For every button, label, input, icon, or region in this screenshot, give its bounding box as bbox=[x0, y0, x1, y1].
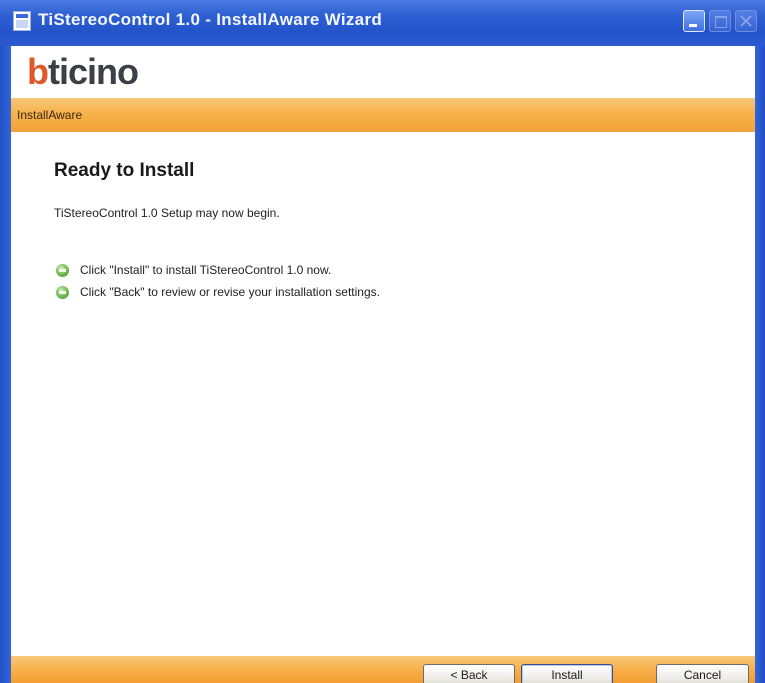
logo-banner: bticino bbox=[11, 46, 755, 98]
close-button[interactable] bbox=[735, 10, 757, 32]
installaware-header-bar: InstallAware bbox=[11, 98, 755, 132]
list-item-text: Click "Back" to review or revise your in… bbox=[80, 285, 380, 299]
minimize-button[interactable] bbox=[683, 10, 705, 32]
app-icon bbox=[13, 11, 31, 31]
button-bar: < Back Install Cancel bbox=[11, 656, 755, 683]
logo-first-letter: b bbox=[27, 51, 49, 92]
list-item-text: Click "Install" to install TiStereoContr… bbox=[80, 263, 332, 277]
title-bar[interactable]: TiStereoControl 1.0 - InstallAware Wizar… bbox=[0, 0, 765, 46]
page-subtitle: TiStereoControl 1.0 Setup may now begin. bbox=[54, 206, 280, 220]
green-bullet-icon bbox=[56, 264, 69, 277]
back-button[interactable]: < Back bbox=[423, 664, 515, 683]
maximize-button[interactable] bbox=[709, 10, 731, 32]
header-bar-label: InstallAware bbox=[17, 108, 83, 122]
window-title: TiStereoControl 1.0 - InstallAware Wizar… bbox=[38, 10, 383, 29]
green-bullet-icon bbox=[56, 286, 69, 299]
window-frame-left bbox=[0, 46, 11, 683]
cancel-button[interactable]: Cancel bbox=[656, 664, 749, 683]
logo-rest: ticino bbox=[48, 51, 139, 92]
bticino-logo: bticino bbox=[27, 51, 139, 92]
install-button[interactable]: Install bbox=[521, 664, 613, 683]
window-frame-right bbox=[755, 46, 765, 683]
content-panel: Ready to Install TiStereoControl 1.0 Set… bbox=[11, 132, 755, 656]
installer-window: TiStereoControl 1.0 - InstallAware Wizar… bbox=[0, 0, 765, 683]
page-title: Ready to Install bbox=[54, 160, 195, 181]
